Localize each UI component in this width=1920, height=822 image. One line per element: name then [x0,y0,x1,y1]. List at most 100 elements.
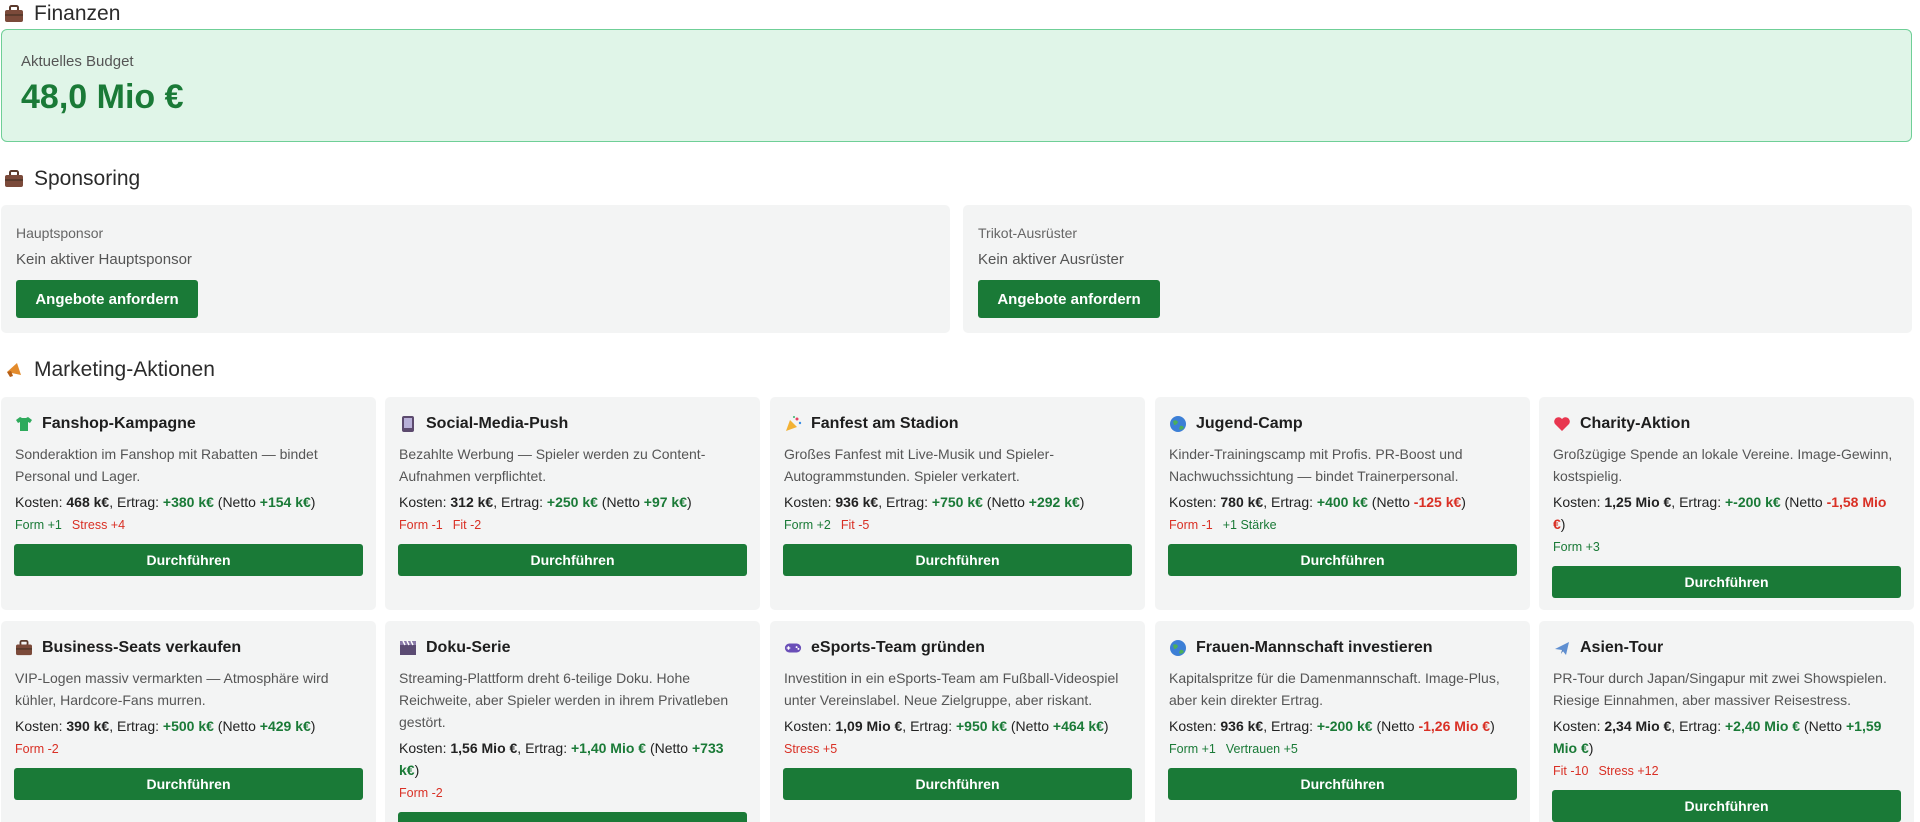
main-sponsor-status: Kein aktiver Hauptsponsor [16,251,192,268]
marketing-card-cost: Kosten: 780 k€, Ertrag: +400 k€ (Netto -… [1169,494,1466,510]
marketing-card-effects: Form -2 [399,786,453,800]
marketing-card: Asien-Tour PR-Tour durch Japan/Singapur … [1539,621,1914,822]
marketing-card-description: Großzügige Spende an lokale Vereine. Ima… [1553,446,1893,484]
marketing-card-title: Fanshop-Kampagne [15,415,196,433]
effect-badge: Form -1 [399,518,443,532]
sponsoring-heading: Sponsoring [3,165,140,193]
globe-icon [1169,415,1187,433]
marketing-card-description: Bezahlte Werbung — Spieler werden zu Con… [399,446,706,484]
marketing-card-cost: Kosten: 468 k€, Ertrag: +380 k€ (Netto +… [15,494,316,510]
effect-badge: Stress +5 [784,742,838,756]
execute-action-button[interactable]: Durchführen [14,544,363,576]
marketing-card-description: Großes Fanfest mit Live-Musik und Spiele… [784,446,1054,484]
marketing-card: eSports-Team gründen Investition in ein … [770,621,1145,822]
effect-badge: Stress +4 [71,518,126,532]
clapper-icon [399,639,417,657]
marketing-card-description: Streaming-Plattform dreht 6-teilige Doku… [399,670,729,730]
marketing-card-cost: Kosten: 936 k€, Ertrag: +750 k€ (Netto +… [784,494,1085,510]
sponsoring-title: Sponsoring [34,167,141,190]
finance-title: Finanzen [34,2,121,25]
effect-badge: Form +1 [15,518,62,532]
effect-badge: Fit -10 [1553,764,1589,778]
marketing-title: Marketing-Aktionen [34,358,215,381]
execute-action-button[interactable]: Durchführen [398,812,747,822]
marketing-card-description: Sonderaktion im Fanshop mit Rabatten — b… [15,446,318,484]
marketing-card-title: Jugend-Camp [1169,415,1303,433]
megaphone-icon [3,360,24,381]
marketing-card: Fanfest am Stadion Großes Fanfest mit Li… [770,397,1145,610]
main-sponsor-request-button[interactable]: Angebote anfordern [16,280,198,318]
airplane-icon [1553,639,1571,657]
execute-action-button[interactable]: Durchführen [1168,544,1517,576]
budget-label: Aktuelles Budget [21,53,134,70]
marketing-card-description: Kapitalspritze für die Damenmannschaft. … [1169,670,1500,708]
budget-panel: Aktuelles Budget 48,0 Mio € [1,29,1912,142]
marketing-card-title: Business-Seats verkaufen [15,639,241,657]
effect-badge: Form +2 [784,518,831,532]
marketing-card-title: Frauen-Mannschaft investieren [1169,639,1433,657]
marketing-card-description: PR-Tour durch Japan/Singapur mit zwei Sh… [1553,670,1887,708]
budget-value: 48,0 Mio € [21,78,184,116]
effect-badge: Form -2 [15,742,59,756]
effect-badge: Form +1 [1169,742,1216,756]
marketing-card-effects: Form +1 Stress +4 [15,518,135,532]
effect-badge: Form -1 [1169,518,1213,532]
kit-supplier-status: Kein aktiver Ausrüster [978,251,1124,268]
effect-badge: Stress +12 [1598,764,1659,778]
heart-icon [1553,415,1571,433]
effect-badge: +1 Stärke [1222,518,1277,532]
marketing-card-description: VIP-Logen massiv vermarkten — Atmosphäre… [15,670,329,708]
effect-badge: Form +3 [1553,540,1600,554]
execute-action-button[interactable]: Durchführen [783,768,1132,800]
marketing-card-effects: Fit -10 Stress +12 [1553,764,1669,778]
briefcase-icon [3,169,24,190]
marketing-card-cost: Kosten: 1,25 Mio €, Ertrag: +-200 k€ (Ne… [1553,494,1887,532]
marketing-card-title: Doku-Serie [399,639,510,657]
effect-badge: Vertrauen +5 [1225,742,1298,756]
marketing-card: Social-Media-Push Bezahlte Werbung — Spi… [385,397,760,610]
finance-heading: Finanzen [3,0,120,28]
gamepad-icon [784,639,802,657]
marketing-card-effects: Form -2 [15,742,69,756]
marketing-card: Charity-Aktion Großzügige Spende an loka… [1539,397,1914,610]
execute-action-button[interactable]: Durchführen [1552,566,1901,598]
marketing-card-cost: Kosten: 312 k€, Ertrag: +250 k€ (Netto +… [399,494,692,510]
marketing-card: Jugend-Camp Kinder-Trainingscamp mit Pro… [1155,397,1530,610]
execute-action-button[interactable]: Durchführen [1552,790,1901,822]
marketing-card-description: Investition in ein eSports-Team am Fußba… [784,670,1119,708]
marketing-card-title: Social-Media-Push [399,415,568,433]
marketing-card: Frauen-Mannschaft investieren Kapitalspr… [1155,621,1530,822]
execute-action-button[interactable]: Durchführen [1168,768,1517,800]
marketing-card-title: Charity-Aktion [1553,415,1690,433]
party-icon [784,415,802,433]
effect-badge: Form -2 [399,786,443,800]
phone-icon [399,415,417,433]
execute-action-button[interactable]: Durchführen [398,544,747,576]
marketing-card-effects: Form +1 Vertrauen +5 [1169,742,1308,756]
marketing-card-effects: Form +2 Fit -5 [784,518,879,532]
marketing-card: Fanshop-Kampagne Sonderaktion im Fanshop… [1,397,376,610]
marketing-card-cost: Kosten: 390 k€, Ertrag: +500 k€ (Netto +… [15,718,316,734]
effect-badge: Fit -5 [840,518,870,532]
globe-icon [1169,639,1187,657]
marketing-card-effects: Form -1 +1 Stärke [1169,518,1287,532]
main-sponsor-type: Hauptsponsor [16,225,104,241]
kit-supplier-type: Trikot-Ausrüster [978,225,1078,241]
marketing-heading: Marketing-Aktionen [3,356,215,384]
marketing-card: Doku-Serie Streaming-Plattform dreht 6-t… [385,621,760,822]
briefcase-icon [3,4,24,25]
marketing-card-cost: Kosten: 936 k€, Ertrag: +-200 k€ (Netto … [1169,718,1495,734]
shirt-icon [15,415,33,433]
main-sponsor-panel: Hauptsponsor Kein aktiver Hauptsponsor A… [1,205,950,333]
marketing-card-effects: Form +3 [1553,540,1610,554]
kit-supplier-request-button[interactable]: Angebote anfordern [978,280,1160,318]
marketing-card-effects: Form -1 Fit -2 [399,518,491,532]
execute-action-button[interactable]: Durchführen [14,768,363,800]
marketing-card-title: eSports-Team gründen [784,639,985,657]
effect-badge: Fit -2 [452,518,482,532]
marketing-card-cost: Kosten: 1,09 Mio €, Ertrag: +950 k€ (Net… [784,718,1109,734]
execute-action-button[interactable]: Durchführen [783,544,1132,576]
marketing-card-title: Fanfest am Stadion [784,415,959,433]
marketing-card-description: Kinder-Trainingscamp mit Profis. PR-Boos… [1169,446,1463,484]
marketing-card: Business-Seats verkaufen VIP-Logen massi… [1,621,376,822]
